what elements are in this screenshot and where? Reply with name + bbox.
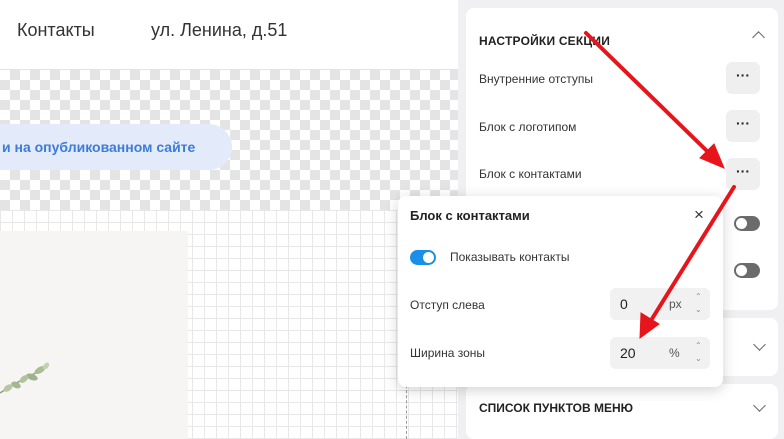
menu-items-card: СПИСОК ПУНКТОВ МЕНЮ — [466, 384, 778, 439]
popup-title: Блок с контактами — [410, 208, 530, 223]
zone-width-field: % ⌃ ⌄ — [610, 337, 710, 369]
left-offset-unit: px — [669, 297, 682, 311]
section-image — [0, 231, 188, 439]
site-header-preview: Контакты ул. Ленина, д.51 — [0, 0, 458, 70]
chevron-down-icon[interactable] — [753, 338, 766, 351]
contacts-block-label: Блок с контактами — [479, 167, 582, 181]
spin-down-icon[interactable]: ⌄ — [695, 354, 702, 363]
chevron-up-icon[interactable] — [752, 31, 765, 44]
show-contacts-label: Показывать контакты — [450, 250, 570, 264]
logo-block-label: Блок с логотипом — [479, 120, 577, 134]
spin-down-icon[interactable]: ⌄ — [695, 305, 702, 314]
publish-notice: и на опубликованном сайте — [0, 124, 232, 170]
left-offset-input[interactable] — [620, 296, 656, 312]
menu-items-title: СПИСОК ПУНКТОВ МЕНЮ — [479, 401, 634, 415]
zone-width-unit: % — [669, 346, 680, 360]
nav-link-contacts[interactable]: Контакты — [17, 20, 95, 41]
site-canvas: Контакты ул. Ленина, д.51 и на опубликов… — [0, 0, 458, 439]
show-contacts-toggle[interactable] — [410, 250, 436, 265]
padding-more-button[interactable]: ··· — [726, 62, 760, 94]
chevron-down-icon[interactable] — [753, 399, 766, 412]
left-offset-field: px ⌃ ⌄ — [610, 288, 710, 320]
toggle-switch[interactable] — [734, 263, 760, 278]
toggle-switch[interactable] — [734, 216, 760, 231]
zone-width-input[interactable] — [620, 345, 656, 361]
contacts-block-more-button[interactable]: ··· — [726, 158, 760, 190]
header-address: ул. Ленина, д.51 — [151, 20, 288, 40]
spin-up-icon[interactable]: ⌃ — [695, 341, 702, 350]
section-settings-title: НАСТРОЙКИ СЕКЦИИ — [479, 34, 611, 48]
guide-line — [406, 380, 407, 439]
zone-width-label: Ширина зоны — [410, 346, 486, 360]
contacts-block-popup: Блок с контактами × Показывать контакты … — [398, 196, 723, 387]
left-offset-label: Отступ слева — [410, 298, 485, 312]
plant-image — [0, 362, 50, 394]
close-icon[interactable]: × — [694, 206, 704, 224]
spin-up-icon[interactable]: ⌃ — [695, 292, 702, 301]
logo-block-more-button[interactable]: ··· — [726, 110, 760, 142]
padding-label: Внутренние отступы — [479, 72, 593, 86]
publish-notice-text: и на опубликованном сайте — [2, 139, 196, 155]
